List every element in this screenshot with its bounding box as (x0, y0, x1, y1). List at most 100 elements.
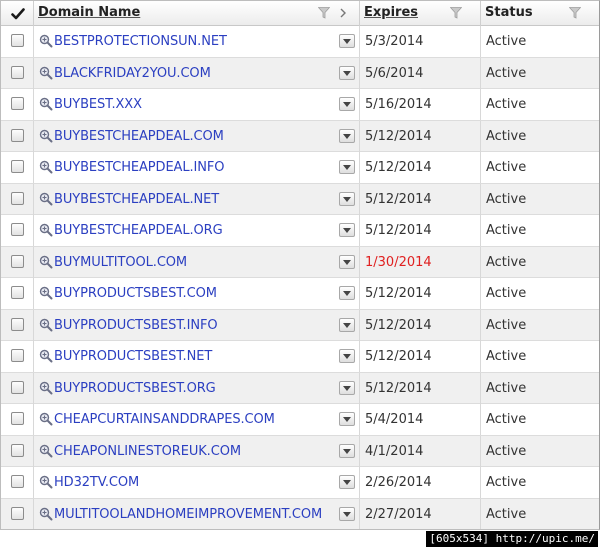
row-checkbox[interactable] (11, 317, 24, 331)
header-status[interactable]: Status (481, 1, 599, 26)
domain-name-header-label[interactable]: Domain Name (38, 5, 140, 20)
select-all-checkmark-icon[interactable] (11, 7, 25, 21)
magnifier-icon[interactable] (39, 507, 53, 521)
table-row[interactable]: BUYBESTCHEAPDEAL.ORG 5/12/2014 Active (1, 215, 599, 247)
magnifier-icon[interactable] (39, 192, 53, 206)
header-expires[interactable]: Expires (360, 1, 481, 26)
table-row[interactable]: BUYBEST.XXX 5/16/2014 Active (1, 89, 599, 121)
domain-link[interactable]: MULTITOOLANDHOMEIMPROVEMENT.COM (54, 507, 322, 522)
status-header-label[interactable]: Status (485, 5, 533, 20)
row-checkbox[interactable] (11, 34, 24, 47)
domain-actions-dropdown[interactable] (339, 380, 355, 395)
magnifier-icon[interactable] (39, 475, 53, 489)
table-row[interactable]: BUYMULTITOOL.COM 1/30/2014 Active (1, 246, 599, 278)
row-checkbox[interactable] (11, 443, 24, 457)
magnifier-icon[interactable] (39, 349, 53, 363)
table-row[interactable]: CHEAPONLINESTOREUK.COM 4/1/2014 Active (1, 435, 599, 467)
row-checkbox[interactable] (11, 412, 24, 425)
status-cell: Active (481, 184, 599, 215)
table-row[interactable]: BUYBESTCHEAPDEAL.COM 5/12/2014 Active (1, 120, 599, 152)
header-select-column (1, 1, 34, 26)
domain-link[interactable]: BUYBESTCHEAPDEAL.NET (54, 192, 219, 207)
magnifier-icon[interactable] (39, 97, 53, 111)
domain-actions-dropdown[interactable] (339, 317, 355, 332)
domain-link[interactable]: BUYPRODUCTSBEST.COM (54, 286, 217, 301)
expires-filter-icon[interactable] (450, 7, 462, 19)
row-checkbox[interactable] (11, 97, 24, 110)
table-row[interactable]: BLACKFRIDAY2YOU.COM 5/6/2014 Active (1, 57, 599, 89)
table-row[interactable]: BUYPRODUCTSBEST.COM 5/12/2014 Active (1, 278, 599, 310)
domain-sort-arrow-icon[interactable] (339, 7, 347, 19)
magnifier-icon[interactable] (39, 129, 53, 143)
domain-cell: MULTITOOLANDHOMEIMPROVEMENT.COM (34, 498, 360, 529)
magnifier-icon[interactable] (39, 381, 53, 395)
row-checkbox[interactable] (11, 349, 24, 362)
table-row[interactable]: BUYBESTCHEAPDEAL.NET 5/12/2014 Active (1, 183, 599, 215)
magnifier-icon[interactable] (39, 286, 53, 300)
domain-actions-dropdown[interactable] (339, 443, 355, 458)
row-checkbox[interactable] (11, 65, 24, 79)
table-row[interactable]: BUYPRODUCTSBEST.NET 5/12/2014 Active (1, 341, 599, 373)
domain-link[interactable]: BUYBEST.XXX (54, 97, 142, 112)
expires-cell: 5/12/2014 (360, 120, 481, 152)
domain-actions-dropdown[interactable] (339, 160, 355, 174)
domain-actions-dropdown[interactable] (339, 475, 355, 489)
domain-link[interactable]: BUYBESTCHEAPDEAL.COM (54, 129, 224, 144)
domain-link[interactable]: CHEAPCURTAINSANDDRAPES.COM (54, 412, 275, 427)
magnifier-icon[interactable] (39, 444, 53, 458)
row-checkbox[interactable] (11, 506, 24, 520)
chevron-down-icon (343, 480, 351, 485)
magnifier-icon[interactable] (39, 318, 53, 332)
magnifier-icon[interactable] (39, 223, 53, 237)
domain-link[interactable]: BUYBESTCHEAPDEAL.ORG (54, 223, 223, 238)
domain-actions-dropdown[interactable] (339, 349, 355, 363)
domain-actions-dropdown[interactable] (339, 191, 355, 206)
domain-link[interactable]: HD32TV.COM (54, 475, 139, 490)
table-row[interactable]: BUYBESTCHEAPDEAL.INFO 5/12/2014 Active (1, 152, 599, 184)
table-row[interactable]: BUYPRODUCTSBEST.ORG 5/12/2014 Active (1, 372, 599, 404)
domain-cell: BUYPRODUCTSBEST.ORG (34, 372, 360, 404)
domain-actions-dropdown[interactable] (339, 34, 355, 48)
row-checkbox[interactable] (11, 191, 24, 205)
table-row[interactable]: BESTPROTECTIONSUN.NET 5/3/2014 Active (1, 26, 599, 58)
table-row[interactable]: CHEAPCURTAINSANDDRAPES.COM 5/4/2014 Acti… (1, 404, 599, 436)
table-row[interactable]: HD32TV.COM 2/26/2014 Active (1, 467, 599, 499)
domain-link[interactable]: BUYPRODUCTSBEST.NET (54, 349, 212, 364)
expires-header-label[interactable]: Expires (364, 5, 418, 20)
domain-actions-dropdown[interactable] (339, 254, 355, 269)
domain-actions-dropdown[interactable] (339, 128, 355, 143)
domain-actions-dropdown[interactable] (339, 97, 355, 111)
row-checkbox[interactable] (11, 128, 24, 142)
domain-actions-dropdown[interactable] (339, 223, 355, 237)
magnifier-icon[interactable] (39, 255, 53, 269)
table-row[interactable]: MULTITOOLANDHOMEIMPROVEMENT.COM 2/27/201… (1, 498, 599, 529)
domain-link[interactable]: BLACKFRIDAY2YOU.COM (54, 66, 211, 81)
status-filter-icon[interactable] (569, 7, 581, 19)
domain-link[interactable]: BUYPRODUCTSBEST.INFO (54, 318, 218, 333)
domain-cell: HD32TV.COM (34, 467, 360, 498)
row-checkbox[interactable] (11, 223, 24, 236)
domain-actions-dropdown[interactable] (339, 412, 355, 426)
row-checkbox[interactable] (11, 380, 24, 394)
domain-cell: BUYPRODUCTSBEST.NET (34, 341, 360, 372)
table-row[interactable]: BUYPRODUCTSBEST.INFO 5/12/2014 Active (1, 309, 599, 341)
domain-actions-dropdown[interactable] (339, 286, 355, 300)
magnifier-icon[interactable] (39, 66, 53, 80)
magnifier-icon[interactable] (39, 160, 53, 174)
domain-actions-dropdown[interactable] (339, 65, 355, 80)
row-checkbox[interactable] (11, 286, 24, 299)
header-domain-name[interactable]: Domain Name (34, 1, 360, 26)
domain-link[interactable]: CHEAPONLINESTOREUK.COM (54, 444, 241, 459)
domain-link[interactable]: BESTPROTECTIONSUN.NET (54, 34, 227, 49)
domain-actions-dropdown[interactable] (339, 506, 355, 521)
magnifier-icon[interactable] (39, 34, 53, 48)
row-checkbox[interactable] (11, 475, 24, 488)
domain-filter-icon[interactable] (318, 7, 330, 19)
row-checkbox[interactable] (11, 254, 24, 268)
domain-link[interactable]: BUYPRODUCTSBEST.ORG (54, 381, 216, 396)
domain-link[interactable]: BUYBESTCHEAPDEAL.INFO (54, 160, 225, 175)
magnifier-icon[interactable] (39, 412, 53, 426)
status-cell: Active (481, 436, 599, 467)
row-checkbox[interactable] (11, 160, 24, 173)
domain-link[interactable]: BUYMULTITOOL.COM (54, 255, 187, 270)
